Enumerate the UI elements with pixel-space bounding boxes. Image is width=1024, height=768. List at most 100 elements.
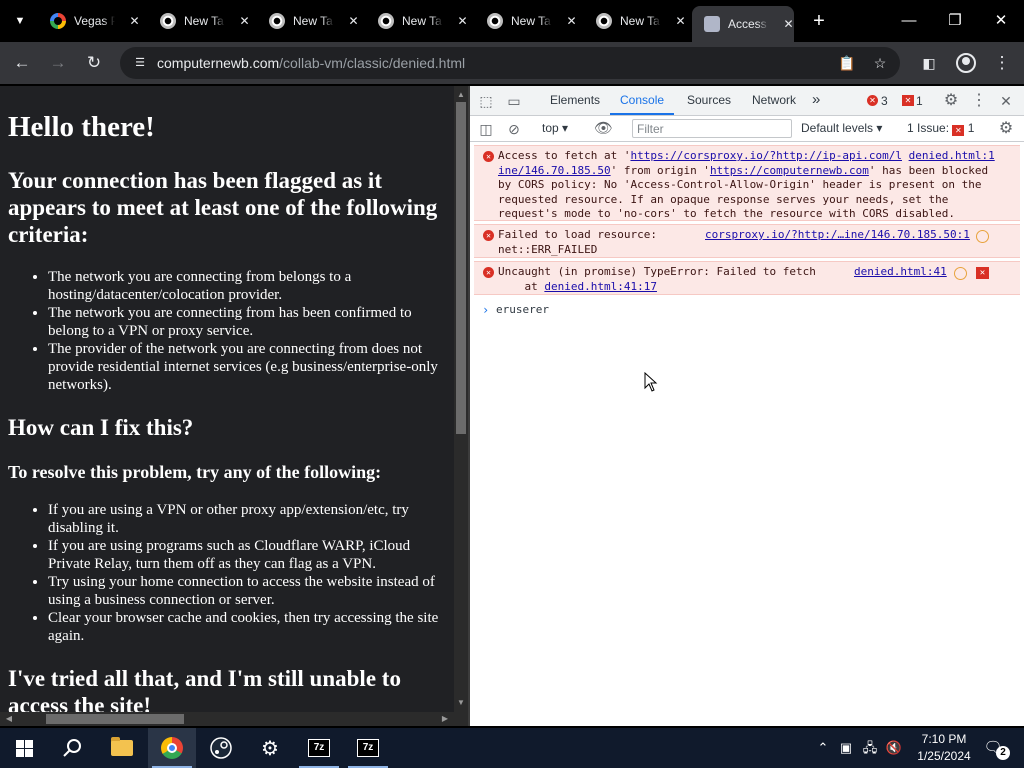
show-hidden-icons-chevron-icon[interactable]: ⌃ <box>814 728 832 768</box>
close-window-button[interactable]: ✕ <box>987 8 1015 34</box>
scroll-down-icon[interactable]: ▼ <box>454 696 468 710</box>
bookmark-star-icon[interactable]: ☆ <box>870 54 890 72</box>
page-vertical-scrollbar[interactable]: ▲ ▼ <box>454 86 468 712</box>
tab-new-tab[interactable]: New Ta ✕ <box>584 8 686 34</box>
restore-button[interactable]: ❐ <box>941 8 969 34</box>
tab-new-tab[interactable]: New Ta ✕ <box>475 8 577 34</box>
google-icon <box>50 13 66 29</box>
chrome-icon <box>161 737 183 759</box>
scroll-thumb[interactable] <box>46 714 184 724</box>
clear-console-icon[interactable]: ⊘ <box>505 120 523 138</box>
still-unable-heading: I've tried all that, and I'm still unabl… <box>8 666 401 712</box>
source-link[interactable]: denied.html:41 <box>854 265 947 280</box>
page-horizontal-scrollbar[interactable]: ◀ ▶ <box>0 712 454 726</box>
close-icon[interactable]: ✕ <box>783 17 794 31</box>
issues-label: 1 Issue: <box>907 121 950 135</box>
tab-elements[interactable]: Elements <box>550 93 600 107</box>
close-icon[interactable]: ✕ <box>566 14 577 28</box>
shield-icon[interactable]: ▣ <box>836 728 856 768</box>
url-text[interactable]: computernewb.com/collab-vm/classic/denie… <box>157 55 465 71</box>
clock[interactable]: 7:10 PM 1/25/2024 <box>914 731 974 765</box>
issues-button[interactable]: 1 Issue: ✕ 1 <box>907 121 974 136</box>
tab-new-tab[interactable]: New Ta ✕ <box>148 8 250 34</box>
close-icon[interactable]: ✕ <box>675 14 686 28</box>
list-item: The provider of the network you are conn… <box>48 340 448 394</box>
settings-gear-icon: ⚙ <box>261 737 279 760</box>
minimize-button[interactable]: — <box>895 8 923 34</box>
back-button[interactable]: ← <box>9 51 35 75</box>
criteria-list: The network you are connecting from belo… <box>48 268 448 394</box>
close-icon[interactable]: ✕ <box>239 14 250 28</box>
fix-heading: How can I fix this? <box>8 415 194 440</box>
tab-search-chevron-icon[interactable]: ▼ <box>10 12 30 30</box>
console-input[interactable]: eruserer <box>496 303 549 316</box>
device-toolbar-icon[interactable]: ▭ <box>505 92 523 110</box>
error-count[interactable]: 3 <box>881 94 888 108</box>
scroll-thumb[interactable] <box>456 102 466 434</box>
tab-vegas[interactable]: Vegas P ✕ <box>38 8 140 34</box>
console-error-message: ✕ Uncaught (in promise) TypeError: Faile… <box>474 261 1020 295</box>
more-tabs-icon[interactable]: » <box>812 91 820 108</box>
tab-network[interactable]: Network <box>752 93 796 107</box>
reload-button[interactable]: ↻ <box>81 51 107 75</box>
close-icon[interactable]: ✕ <box>129 14 140 28</box>
kebab-menu-icon[interactable]: ⋮ <box>970 92 988 110</box>
profile-avatar-icon[interactable] <box>956 53 976 73</box>
log-levels-dropdown[interactable]: Default levels ▾ <box>801 121 882 135</box>
context-select[interactable]: top ▾ <box>542 121 568 135</box>
search-button[interactable] <box>48 728 96 768</box>
chrome-icon <box>378 13 394 29</box>
source-link[interactable]: denied.html:1 <box>909 149 995 162</box>
sidebar-toggle-icon[interactable]: ◫ <box>477 120 495 138</box>
page-content: Hello there! Your connection has been fl… <box>0 86 454 712</box>
inspect-element-icon[interactable]: ⬚ <box>477 92 495 110</box>
source-link[interactable]: corsproxy.io/?http:/…ine/146.70.185.50:1 <box>705 228 970 243</box>
settings-gear-icon[interactable]: ⚙ <box>942 92 960 110</box>
start-button[interactable] <box>0 728 48 768</box>
network-request-icon[interactable] <box>954 267 967 280</box>
stack-link[interactable]: denied.html:41:17 <box>544 280 657 293</box>
7zip-button[interactable]: 7z <box>295 728 343 768</box>
close-devtools-icon[interactable]: ✕ <box>997 92 1015 110</box>
tab-new-tab[interactable]: New Ta ✕ <box>366 8 468 34</box>
tab-new-tab[interactable]: New Ta ✕ <box>257 8 359 34</box>
console-settings-gear-icon[interactable]: ⚙ <box>997 120 1015 138</box>
scroll-right-icon[interactable]: ▶ <box>438 712 452 726</box>
issue-icon[interactable]: ✕ <box>976 267 989 279</box>
chrome-icon <box>596 13 612 29</box>
menu-kebab-icon[interactable]: ⋮ <box>989 51 1015 75</box>
forward-button[interactable]: → <box>45 51 71 75</box>
network-request-icon[interactable] <box>976 230 989 243</box>
cors-url-link-cont[interactable]: ine/146.70.185.50 <box>498 164 611 177</box>
origin-link[interactable]: https://computernewb.com <box>710 164 869 177</box>
windows-taskbar: ⚙ 7z 7z ⌃ ▣ 🖧 🔇 7:10 PM 1/25/2024 🗨 2 <box>0 728 1024 768</box>
scroll-left-icon[interactable]: ◀ <box>2 712 16 726</box>
clipboard-icon[interactable]: 📋 <box>837 54 857 72</box>
close-icon[interactable]: ✕ <box>348 14 359 28</box>
console-error-message: ✕ Access to fetch at 'https://corsproxy.… <box>474 145 1020 221</box>
fixes-list: If you are using a VPN or other proxy ap… <box>48 501 448 645</box>
cors-url-link[interactable]: https://corsproxy.io/?http://ip-api.com/… <box>630 149 902 162</box>
new-tab-button[interactable]: + <box>808 10 830 32</box>
file-explorer-button[interactable] <box>98 728 146 768</box>
tab-console[interactable]: Console <box>620 93 664 107</box>
folder-icon <box>111 737 133 756</box>
steam-button[interactable] <box>197 728 245 768</box>
tab-sources[interactable]: Sources <box>687 93 731 107</box>
issue-icon: ✕ <box>952 125 965 136</box>
settings-button[interactable]: ⚙ <box>246 728 294 768</box>
address-bar[interactable]: ☰ computernewb.com/collab-vm/classic/den… <box>120 47 900 79</box>
site-info-icon[interactable]: ☰ <box>132 56 148 70</box>
volume-muted-icon[interactable]: 🔇 <box>884 728 904 768</box>
7zip-button[interactable]: 7z <box>344 728 392 768</box>
close-icon[interactable]: ✕ <box>457 14 468 28</box>
live-expression-eye-icon[interactable]: 👁 <box>594 120 613 138</box>
issue-count[interactable]: 1 <box>916 94 923 108</box>
network-icon[interactable]: 🖧 <box>860 728 880 768</box>
side-panel-icon[interactable]: ◧ <box>916 51 942 75</box>
scroll-up-icon[interactable]: ▲ <box>454 88 468 102</box>
console-filter-input[interactable] <box>632 119 792 138</box>
tab-access[interactable]: Access ✕ <box>692 6 794 42</box>
chrome-taskbar-button[interactable] <box>148 728 196 768</box>
page-heading: Hello there! <box>8 111 155 143</box>
